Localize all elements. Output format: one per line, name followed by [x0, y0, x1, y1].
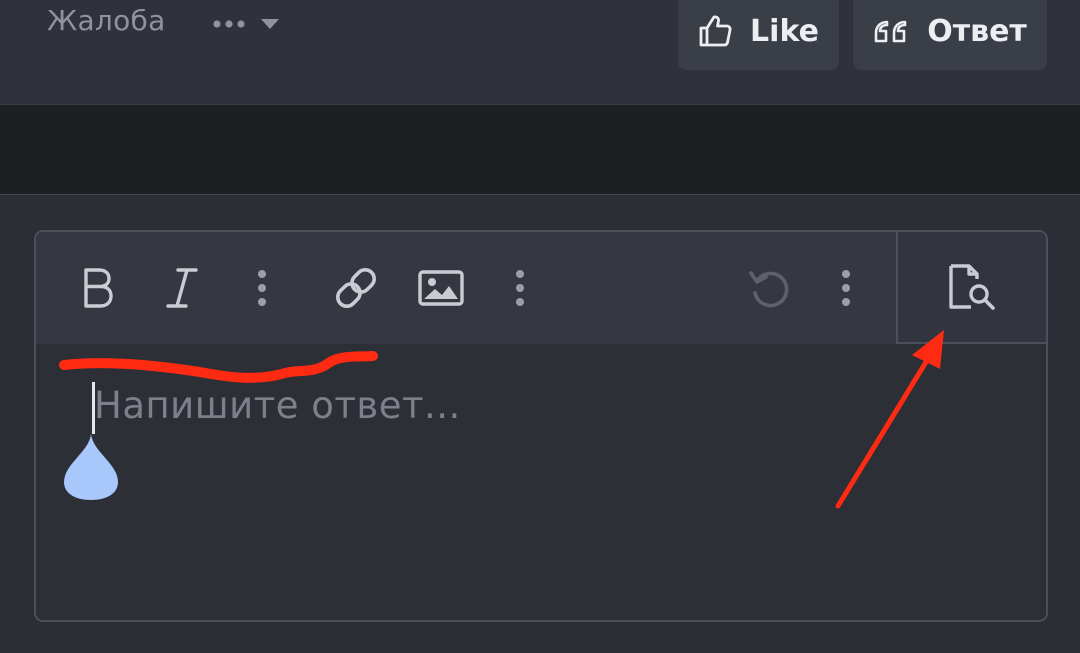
reply-button[interactable]: Ответ: [853, 0, 1047, 70]
vertical-dots-icon: [841, 268, 851, 308]
italic-icon: [164, 266, 200, 310]
undo-button[interactable]: [742, 258, 798, 318]
document-search-icon: [947, 263, 999, 311]
bold-button[interactable]: [70, 258, 126, 318]
caret-down-icon: [260, 18, 280, 30]
post-footer: Жалоба Like Ответ: [0, 0, 1080, 105]
thumbs-up-icon: [698, 14, 732, 48]
insert-image-button[interactable]: [413, 258, 469, 318]
reply-placeholder: Напишите ответ...: [94, 384, 461, 427]
more-text-options-button[interactable]: [234, 258, 290, 318]
italic-button[interactable]: [154, 258, 210, 318]
reply-editor: Напишите ответ...: [34, 230, 1048, 622]
like-button[interactable]: Like: [678, 0, 839, 70]
cursor-handle-icon[interactable]: [62, 432, 120, 502]
more-actions-menu[interactable]: [212, 10, 280, 38]
text-caret: [92, 382, 95, 434]
vertical-dots-icon: [515, 268, 525, 308]
image-icon: [418, 270, 464, 306]
vertical-dots-icon: [257, 268, 267, 308]
more-options-button[interactable]: [818, 258, 874, 318]
insert-link-button[interactable]: [328, 258, 384, 318]
quote-icon: [873, 16, 909, 46]
link-icon: [332, 264, 380, 312]
section-separator: [0, 105, 1080, 195]
ellipsis-icon: [212, 19, 246, 29]
more-insert-options-button[interactable]: [492, 258, 548, 318]
like-label: Like: [750, 13, 819, 49]
undo-icon: [747, 265, 793, 311]
reply-input[interactable]: Напишите ответ...: [36, 344, 1046, 620]
preview-button[interactable]: [896, 232, 1046, 344]
bold-icon: [78, 266, 118, 310]
editor-toolbar: [36, 232, 1046, 344]
report-link[interactable]: Жалоба: [47, 4, 166, 37]
reply-label: Ответ: [927, 13, 1027, 49]
